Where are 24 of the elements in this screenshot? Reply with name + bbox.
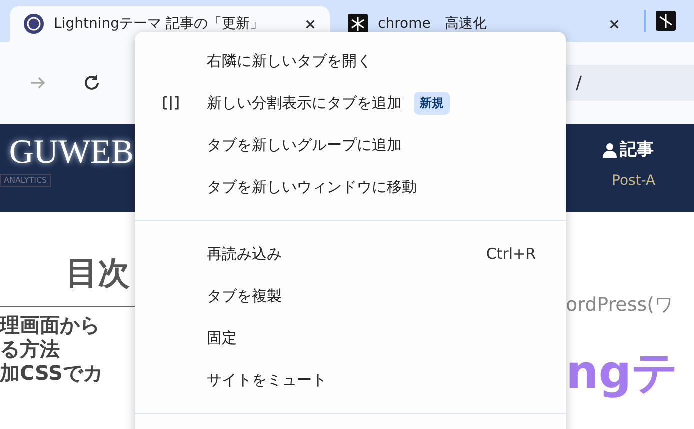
site-logo-text: GUWEB [9, 134, 134, 172]
new-badge: 新規 [414, 92, 450, 114]
menu-item[interactable]: タブを新しいグループに追加 [135, 124, 566, 166]
menu-item[interactable]: 右隣に新しいタブを開く [135, 40, 566, 82]
shortcut-text: Ctrl+R [486, 245, 536, 263]
article-title: ngテ [566, 344, 680, 401]
user-icon [602, 142, 618, 158]
menu-item[interactable]: タブを複製 [135, 275, 566, 317]
nav-link[interactable]: 記事 [620, 138, 654, 161]
reload-icon[interactable] [82, 73, 102, 93]
logo-tagline: ANALYTICS [0, 174, 52, 187]
toc-title: 目次 [66, 253, 130, 294]
split-view-icon [162, 94, 180, 112]
menu-item[interactable]: 再読み込み Ctrl+R [135, 233, 566, 275]
menu-item[interactable]: 新しい分割表示にタブを追加 新規 [135, 82, 566, 124]
nav-subtitle: Post-A [611, 173, 657, 189]
close-icon[interactable] [305, 18, 316, 30]
menu-item[interactable]: タブを新しいウィンドウに移動 [135, 166, 566, 208]
menu-item[interactable]: サイトをミュート [135, 359, 566, 401]
site-logo-icon[interactable] [656, 11, 676, 31]
site-logo-icon [24, 14, 44, 34]
menu-item[interactable]: 固定 [135, 317, 566, 359]
close-icon[interactable] [609, 18, 620, 30]
breadcrumb-text: ordPress(ワ [566, 293, 675, 318]
